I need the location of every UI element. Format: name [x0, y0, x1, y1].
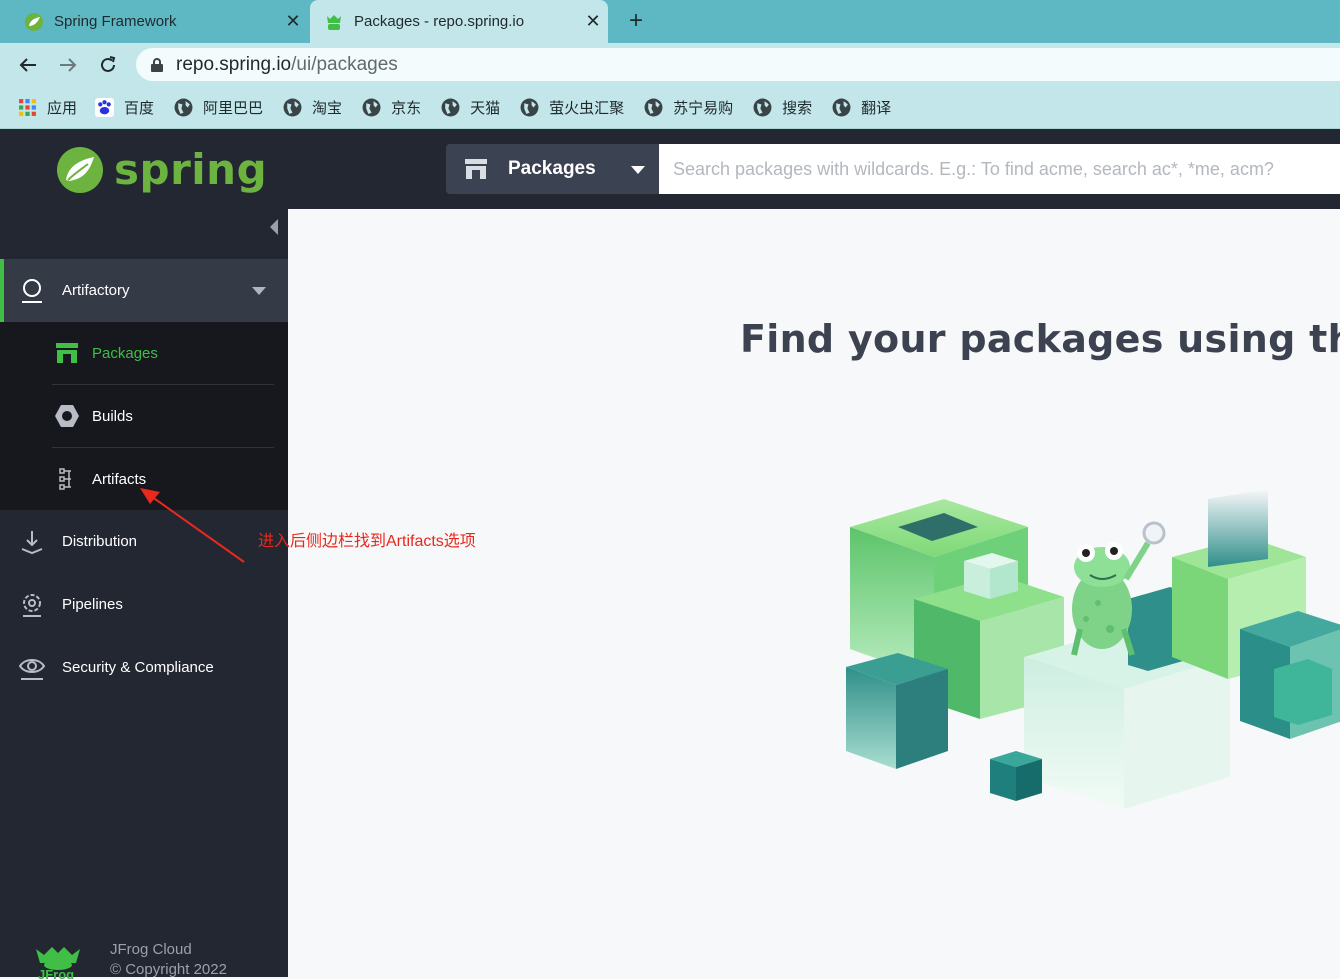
url-bar[interactable]: repo.spring.io/ui/packages [136, 48, 1340, 81]
url-text: repo.spring.io/ui/packages [176, 53, 398, 75]
bookmark-label: 百度 [124, 99, 155, 117]
sidebar-item-label: Builds [92, 407, 133, 425]
forward-button[interactable] [54, 51, 82, 79]
apps-grid-icon [19, 98, 36, 116]
reload-button[interactable] [94, 51, 122, 79]
bookmark-suning[interactable]: 苏宁易购 [644, 97, 733, 118]
bookmark-label: 京东 [391, 99, 422, 117]
arrow-left-icon [19, 58, 36, 72]
sidebar-item-label: Artifactory [62, 282, 130, 299]
package-type-dropdown[interactable]: Packages [446, 144, 659, 194]
globe-icon [283, 98, 302, 116]
sidebar-item-label: Artifacts [92, 470, 147, 488]
bookmark-label: 搜索 [782, 99, 813, 117]
jfrog-logo: JFrog [36, 947, 80, 979]
pipelines-gear-icon [18, 591, 46, 619]
globe-icon [520, 98, 539, 116]
bookmark-baidu[interactable]: 百度 [95, 97, 154, 118]
baidu-paw-icon [95, 97, 115, 117]
close-icon[interactable]: ✕ [578, 11, 608, 32]
sidebar-item-label: Pipelines [62, 596, 123, 613]
tab-spring-framework[interactable]: Spring Framework ✕ [0, 0, 308, 43]
sidebar-item-pipelines[interactable]: Pipelines [0, 573, 288, 636]
bookmark-tmall[interactable]: 天猫 [441, 97, 500, 118]
selected-package-type: Packages [508, 158, 596, 179]
sidebar-item-packages[interactable]: Packages [52, 322, 274, 385]
bookmark-label: 天猫 [470, 99, 501, 117]
reload-icon [101, 56, 116, 72]
sidebar: Artifactory Packages Builds Artifacts Di… [0, 209, 288, 979]
spring-logo[interactable]: spring [56, 145, 267, 194]
bookmark-label: 阿里巴巴 [203, 99, 264, 117]
lock-icon [151, 57, 163, 72]
browser-tab-bar: Spring Framework ✕ Packages - repo.sprin… [0, 0, 1340, 43]
tab-title: Spring Framework [54, 13, 177, 30]
sidebar-item-label: Packages [92, 344, 158, 362]
packages-icon [54, 340, 80, 366]
globe-icon [441, 98, 460, 116]
bookmark-search[interactable]: 搜索 [753, 97, 812, 118]
jfrog-product-name: JFrog Cloud [110, 941, 192, 958]
artifactory-icon [18, 277, 46, 305]
logo-text: spring [114, 145, 268, 194]
bookmark-label: 淘宝 [312, 99, 343, 117]
spring-leaf-icon [25, 12, 43, 31]
builds-hexagon-icon [54, 403, 80, 429]
globe-icon [753, 98, 772, 116]
bookmark-translate[interactable]: 翻译 [832, 97, 891, 118]
back-button[interactable] [14, 51, 42, 79]
annotation-text: 进入后侧边栏找到Artifacts选项 [258, 533, 476, 550]
main-content: Find your packages using the Sea [288, 209, 1340, 977]
page-headline: Find your packages using the Sea [740, 317, 1340, 361]
jfrog-footer: JFrog JFrog Cloud © Copyright 2022 [0, 937, 288, 979]
bookmark-firefly[interactable]: 萤火虫汇聚 [520, 97, 624, 118]
security-eye-icon [18, 654, 46, 682]
annotation-arrow [140, 488, 245, 563]
app-header: spring Packages [0, 129, 1340, 209]
bookmark-label: 萤火虫汇聚 [549, 99, 625, 117]
package-search-input[interactable] [659, 144, 1340, 194]
globe-icon [644, 98, 663, 116]
tab-packages-repo[interactable]: Packages - repo.spring.io ✕ [310, 0, 608, 43]
caret-down-icon [631, 166, 645, 174]
bookmark-label: 翻译 [861, 99, 892, 117]
bookmark-label: 苏宁易购 [673, 99, 734, 117]
bookmark-alibaba[interactable]: 阿里巴巴 [174, 97, 263, 118]
sidebar-item-label: Security & Compliance [62, 659, 214, 676]
bookmark-apps[interactable]: 应用 [18, 97, 77, 118]
globe-icon [362, 98, 381, 116]
sidebar-item-security[interactable]: Security & Compliance [0, 636, 288, 699]
artifacts-tree-icon [54, 466, 80, 492]
svg-text:JFrog: JFrog [38, 967, 74, 979]
globe-icon [174, 98, 193, 116]
copyright-text: © Copyright 2022 [110, 961, 227, 978]
close-icon[interactable]: ✕ [278, 11, 308, 32]
bookmark-taobao[interactable]: 淘宝 [283, 97, 342, 118]
address-bar: repo.spring.io/ui/packages [0, 43, 1340, 86]
sidebar-item-label: Distribution [62, 533, 138, 550]
distribution-icon [18, 528, 46, 556]
bookmark-label: 应用 [47, 99, 78, 117]
packages-illustration [846, 489, 1340, 809]
sidebar-item-builds[interactable]: Builds [52, 385, 274, 448]
artifactory-submenu: Packages Builds Artifacts [0, 322, 288, 510]
tab-title: Packages - repo.spring.io [354, 13, 525, 30]
collapse-sidebar-icon[interactable] [268, 219, 280, 235]
caret-down-icon [252, 287, 266, 295]
spring-leaf-icon [57, 146, 103, 193]
globe-icon [832, 98, 851, 116]
packages-icon [465, 159, 487, 179]
bookmark-jd[interactable]: 京东 [362, 97, 421, 118]
bookmarks-bar: 应用 百度 阿里巴巴 淘宝 京东 天猫 萤火虫汇聚 苏宁易购 搜索 翻译 [0, 86, 1340, 129]
sidebar-item-artifactory[interactable]: Artifactory [0, 259, 288, 322]
new-tab-button[interactable]: + [622, 8, 650, 36]
arrow-right-icon [60, 58, 77, 72]
jfrog-frog-icon [327, 14, 341, 30]
